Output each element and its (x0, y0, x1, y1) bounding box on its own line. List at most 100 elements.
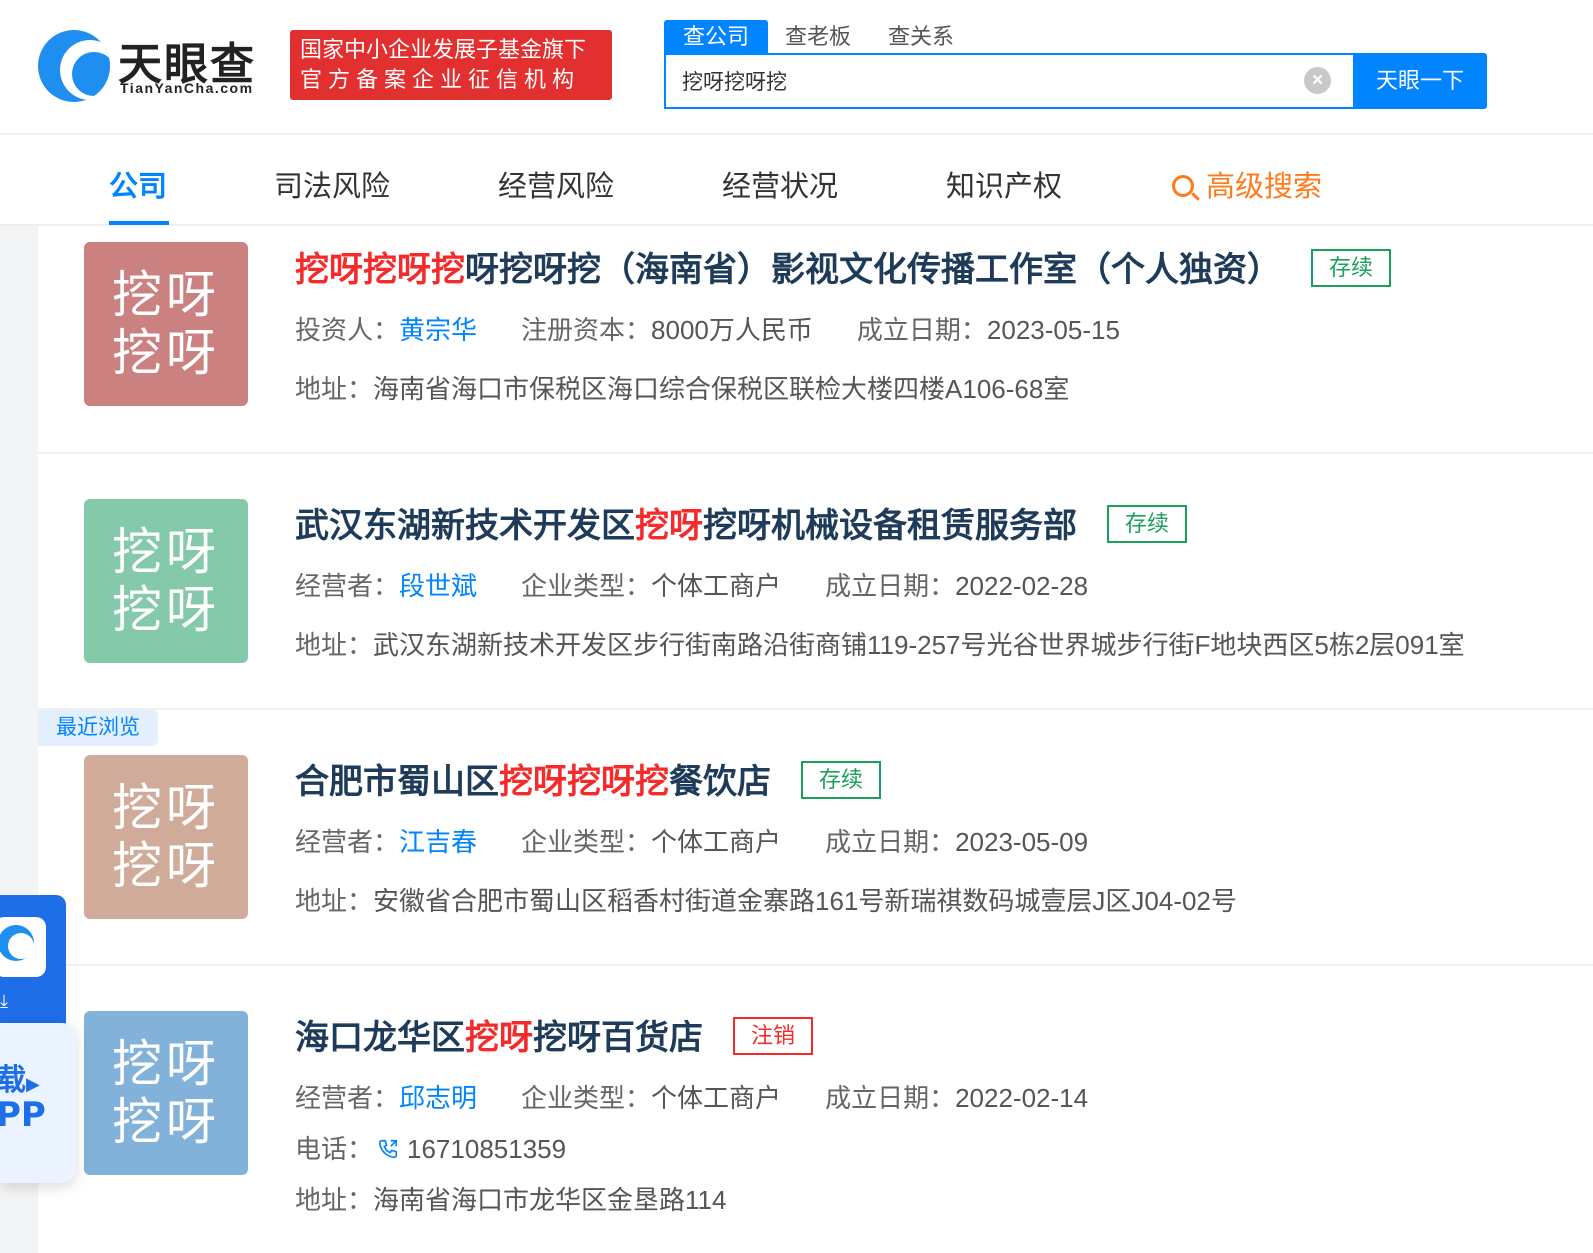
date-label: 成立日期： (825, 1083, 956, 1113)
capital-label: 注册资本： (521, 315, 652, 345)
search-tab-boss[interactable]: 查老板 (785, 20, 851, 54)
address-value: 武汉东湖新技术开发区步行街南路沿街商铺119-257号光谷世界城步行街F地块西区… (373, 630, 1465, 660)
operator-link[interactable]: 邱志明 (399, 1083, 477, 1113)
company-avatar: 挖呀 挖呀 (84, 242, 248, 406)
search-icon (1172, 175, 1194, 197)
clear-icon[interactable]: × (1304, 67, 1331, 94)
date-value: 2023-05-15 (986, 315, 1120, 345)
nav-active-underline (109, 221, 169, 225)
avatar-line-1: 挖呀 (112, 523, 220, 581)
company-phone: 电话： 16710851359 (295, 1129, 566, 1166)
avatar-line-2: 挖呀 (112, 837, 220, 895)
type-value: 个体工商户 (651, 571, 782, 601)
phone-value[interactable]: 16710851359 (407, 1134, 566, 1164)
download-arrow-icon: ⤓ (0, 991, 8, 1011)
company-title[interactable]: 挖呀挖呀挖呀挖呀挖（海南省）影视文化传播工作室（个人独资） 存续 (295, 242, 1392, 291)
nav-tab-judicial-risk[interactable]: 司法风险 (274, 163, 390, 205)
title-prefix: 武汉东湖新技术开发区 (295, 507, 635, 545)
company-meta: 经营者：段世斌 企业类型：个体工商户 成立日期：2022-02-28 (295, 566, 1088, 603)
type-value: 个体工商户 (651, 827, 782, 857)
type-label: 企业类型： (521, 571, 652, 601)
avatar-line-2: 挖呀 (112, 1093, 220, 1151)
company-avatar: 挖呀 挖呀 (84, 755, 248, 919)
address-label: 地址： (295, 886, 374, 916)
company-title[interactable]: 海口龙华区挖呀挖呀百货店 注销 (295, 1010, 814, 1059)
company-address: 地址：海南省海口市龙华区金垦路114 (295, 1180, 726, 1217)
operator-label: 经营者： (295, 571, 400, 601)
investor-link[interactable]: 黄宗华 (399, 315, 477, 345)
company-meta: 经营者：邱志明 企业类型：个体工商户 成立日期：2022-02-14 (295, 1078, 1088, 1115)
title-rest: 挖呀百货店 (533, 1019, 703, 1057)
type-label: 企业类型： (521, 827, 652, 857)
company-row[interactable]: 挖呀 挖呀 合肥市蜀山区挖呀挖呀挖餐饮店 存续 经营者：江吉春 企业类型：个体工商户… (38, 710, 1593, 966)
company-title[interactable]: 合肥市蜀山区挖呀挖呀挖餐饮店 存续 (295, 754, 882, 803)
operator-label: 经营者： (295, 1083, 400, 1113)
date-label: 成立日期： (825, 571, 956, 601)
nav-tab-company[interactable]: 公司 (109, 163, 167, 205)
title-highlight: 挖呀 (465, 1019, 533, 1057)
status-badge: 存续 (1311, 249, 1392, 288)
certification-banner: 国家中小企业发展子基金旗下 官方备案企业征信机构 (290, 30, 612, 100)
search-tab-company[interactable]: 查公司 (664, 20, 768, 54)
app-widget-line-2: PP (0, 1095, 46, 1135)
company-avatar: 挖呀 挖呀 (84, 1011, 248, 1175)
search-button[interactable]: 天眼一下 (1353, 53, 1487, 109)
address-label: 地址： (295, 630, 374, 660)
date-value: 2022-02-14 (955, 1083, 1089, 1113)
title-highlight: 挖呀 (635, 507, 703, 545)
app-widget-line-1: 载▶ (0, 1063, 40, 1098)
phone-label: 电话： (295, 1134, 374, 1164)
capital-value: 8000万人民币 (651, 315, 813, 345)
app-widget-header: ⤓ (0, 895, 66, 1035)
nav-tab-operating-risk[interactable]: 经营风险 (498, 163, 614, 205)
avatar-line-2: 挖呀 (112, 324, 220, 382)
operator-label: 经营者： (295, 827, 400, 857)
date-label: 成立日期： (856, 315, 987, 345)
title-prefix: 合肥市蜀山区 (295, 763, 499, 801)
status-badge: 存续 (1107, 505, 1188, 544)
operator-link[interactable]: 江吉春 (399, 827, 477, 857)
company-avatar: 挖呀 挖呀 (84, 499, 248, 663)
company-meta: 经营者：江吉春 企业类型：个体工商户 成立日期：2023-05-09 (295, 822, 1088, 859)
title-prefix: 海口龙华区 (295, 1019, 465, 1057)
app-logo-icon (0, 917, 46, 977)
category-nav: 公司 司法风险 经营风险 经营状况 知识产权 高级搜索 (0, 135, 1593, 225)
title-rest: 呀挖呀挖（海南省）影视文化传播工作室（个人独资） (465, 251, 1281, 289)
company-title[interactable]: 武汉东湖新技术开发区挖呀挖呀机械设备租赁服务部 存续 (295, 498, 1188, 547)
site-header: 天眼查 TianYanCha.com 国家中小企业发展子基金旗下 官方备案企业征… (0, 0, 1593, 134)
title-highlight: 挖呀挖呀挖 (499, 763, 669, 801)
phone-icon (378, 1139, 398, 1159)
nav-tab-ip[interactable]: 知识产权 (946, 163, 1062, 205)
company-address: 地址：安徽省合肥市蜀山区稻香村街道金寨路161号新瑞祺数码城壹层J区J04-02… (295, 881, 1237, 918)
address-label: 地址： (295, 374, 374, 404)
search-tab-relation[interactable]: 查关系 (888, 20, 954, 54)
download-app-widget[interactable]: ⤓ 载▶ PP (0, 895, 76, 1185)
title-rest: 餐饮店 (669, 763, 771, 801)
date-label: 成立日期： (825, 827, 956, 857)
eye-logo-icon (38, 30, 110, 102)
type-value: 个体工商户 (651, 1083, 782, 1113)
recent-browse-tab[interactable]: 最近浏览 (38, 710, 158, 746)
avatar-line-1: 挖呀 (112, 266, 220, 324)
company-row[interactable]: 挖呀 挖呀 武汉东湖新技术开发区挖呀挖呀机械设备租赁服务部 存续 经营者：段世斌 企… (38, 454, 1593, 710)
logo-subtext: TianYanCha.com (120, 80, 254, 96)
advanced-search-link[interactable]: 高级搜索 (1172, 163, 1322, 205)
company-row[interactable]: 挖呀 挖呀 挖呀挖呀挖呀挖呀挖（海南省）影视文化传播工作室（个人独资） 存续 投资… (38, 226, 1593, 454)
company-address: 地址：武汉东湖新技术开发区步行街南路沿街商铺119-257号光谷世界城步行街F地… (295, 625, 1465, 662)
status-badge: 存续 (801, 761, 882, 800)
cert-line-2: 官方备案企业征信机构 (300, 67, 581, 92)
type-label: 企业类型： (521, 1083, 652, 1113)
advanced-search-label: 高级搜索 (1206, 171, 1323, 203)
address-value: 海南省海口市龙华区金垦路114 (373, 1185, 727, 1215)
company-meta: 投资人：黄宗华 注册资本：8000万人民币 成立日期：2023-05-15 (295, 310, 1120, 347)
company-row[interactable]: 挖呀 挖呀 海口龙华区挖呀挖呀百货店 注销 经营者：邱志明 企业类型：个体工商户 成立… (38, 966, 1593, 1253)
search-input[interactable] (682, 55, 1282, 107)
company-result-list: 挖呀 挖呀 挖呀挖呀挖呀挖呀挖（海南省）影视文化传播工作室（个人独资） 存续 投资… (38, 226, 1593, 1253)
operator-link[interactable]: 段世斌 (399, 571, 477, 601)
nav-tab-operating-status[interactable]: 经营状况 (722, 163, 838, 205)
status-badge: 注销 (733, 1017, 814, 1056)
avatar-line-1: 挖呀 (112, 1035, 220, 1093)
title-highlight: 挖呀挖呀挖 (295, 251, 465, 289)
site-logo[interactable]: 天眼查 TianYanCha.com (38, 28, 273, 104)
cert-line-1: 国家中小企业发展子基金旗下 (300, 37, 587, 62)
